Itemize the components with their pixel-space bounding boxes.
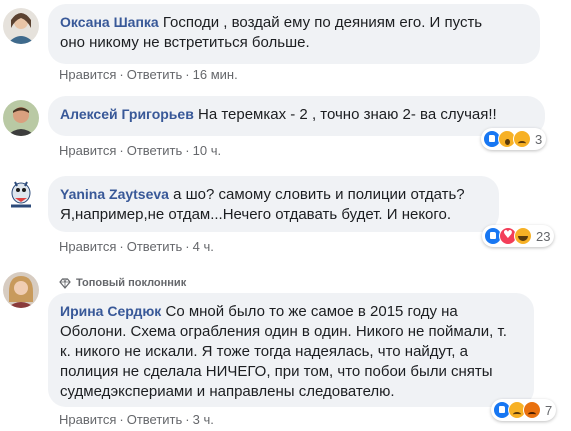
comment-bubble: Ирина Сердюк Со мной было то же самое в … <box>48 293 534 407</box>
author-name[interactable]: Оксана Шапка <box>60 14 159 30</box>
comment-text-line: Оболони. Схема ограбления один в один. Н… <box>60 323 507 340</box>
timestamp[interactable]: 10 ч. <box>193 143 221 158</box>
haha-reaction-icon <box>514 227 532 245</box>
separator-dot: · <box>119 239 124 254</box>
sad-reaction-icon <box>513 130 531 148</box>
author-name[interactable]: Yanina Zaytseva <box>60 186 169 202</box>
author-name[interactable]: Ирина Сердюк <box>60 303 161 319</box>
comment-actions: Нравится · Ответить · 4 ч. <box>59 239 214 254</box>
like-link[interactable]: Нравится <box>59 67 116 82</box>
reply-link[interactable]: Ответить <box>127 143 183 158</box>
like-link[interactable]: Нравится <box>59 412 116 427</box>
reply-link[interactable]: Ответить <box>127 239 183 254</box>
timestamp[interactable]: 16 мин. <box>193 67 238 82</box>
comment-bubble: Оксана Шапка Господи , воздай ему по дея… <box>48 4 540 64</box>
comment-bubble: Yanina Zaytseva а шо? самому словить и п… <box>48 176 499 232</box>
reactions-summary[interactable]: 7 <box>491 399 557 421</box>
avatar[interactable] <box>3 8 39 44</box>
reply-link[interactable]: Ответить <box>127 412 183 427</box>
comment-text: Yanina Zaytseva а шо? самому словить и п… <box>60 186 465 203</box>
like-link[interactable]: Нравится <box>59 143 116 158</box>
reactions-summary[interactable]: 23 <box>482 225 555 247</box>
separator-dot: · <box>119 412 124 427</box>
reaction-count: 7 <box>545 402 553 418</box>
separator-dot: · <box>119 143 124 158</box>
comment-bubble: Алексей Григорьев На теремках - 2 , точн… <box>48 96 545 136</box>
reaction-count: 3 <box>535 131 543 147</box>
comment-actions: Нравится · Ответить · 16 мин. <box>59 67 238 82</box>
angry-reaction-icon <box>523 401 541 419</box>
author-name[interactable]: Алексей Григорьев <box>60 106 194 122</box>
comment-actions: Нравится · Ответить · 3 ч. <box>59 412 214 427</box>
separator-dot: · <box>185 143 190 158</box>
top-fan-badge[interactable]: Топовый поклонник <box>59 277 186 289</box>
avatar[interactable] <box>3 100 39 136</box>
reply-link[interactable]: Ответить <box>127 67 183 82</box>
separator-dot: · <box>185 239 190 254</box>
diamond-icon <box>59 277 71 289</box>
comment-text-line: Я,например,не отдам...Нечего отдавать бу… <box>60 206 452 223</box>
separator-dot: · <box>185 67 190 82</box>
reactions-summary[interactable]: 3 <box>481 128 547 150</box>
timestamp[interactable]: 3 ч. <box>193 412 214 427</box>
comment-text-line: оно никому не встретиться больше. <box>60 34 310 51</box>
avatar[interactable] <box>3 176 39 212</box>
comment-text: Алексей Григорьев На теремках - 2 , точн… <box>60 106 497 123</box>
separator-dot: · <box>185 412 190 427</box>
separator-dot: · <box>119 67 124 82</box>
comment-text: Ирина Сердюк Со мной было то же самое в … <box>60 303 458 320</box>
like-link[interactable]: Нравится <box>59 239 116 254</box>
timestamp[interactable]: 4 ч. <box>193 239 214 254</box>
reaction-count: 23 <box>536 228 551 244</box>
comment-text-line: судмедэкспериами и направлены следовател… <box>60 383 395 400</box>
comment-text-line: полиция не сделала НИЧЕГО, при том, что … <box>60 363 493 380</box>
comment-text: Оксана Шапка Господи , воздай ему по дея… <box>60 14 483 31</box>
comment-actions: Нравится · Ответить · 10 ч. <box>59 143 221 158</box>
avatar[interactable] <box>3 272 39 308</box>
comment-text-line: к. никого не искали. Я тоже тогда надеял… <box>60 343 468 360</box>
badge-label: Топовый поклонник <box>76 277 187 289</box>
